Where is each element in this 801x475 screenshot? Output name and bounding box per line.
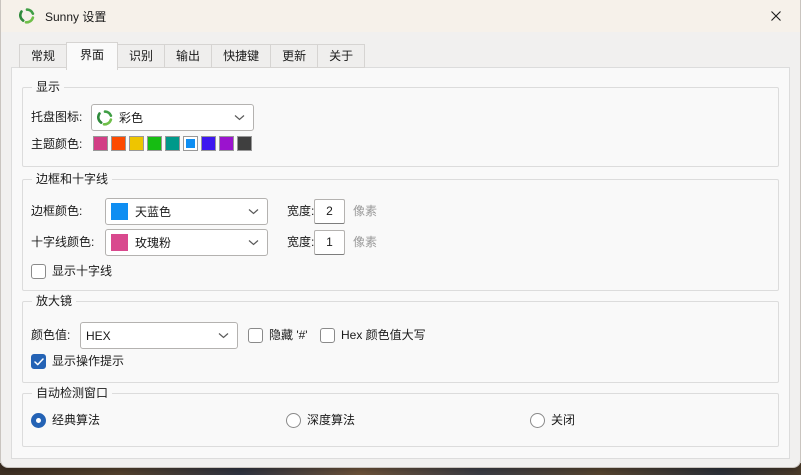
radio-deep-label: 深度算法 bbox=[307, 413, 355, 428]
border-color-value: 天蓝色 bbox=[135, 203, 171, 220]
display-group: 显示 托盘图标: 彩色 主题颜色: bbox=[22, 87, 779, 167]
auto-detect-group-title: 自动检测窗口 bbox=[32, 385, 112, 401]
theme-color-swatch[interactable] bbox=[219, 136, 234, 151]
border-color-swatch bbox=[111, 203, 128, 220]
border-width-input[interactable]: 2 bbox=[314, 199, 345, 224]
crosshair-color-swatch bbox=[111, 234, 128, 251]
border-color-select[interactable]: 天蓝色 bbox=[105, 198, 268, 225]
crosshair-pixel-label: 像素 bbox=[353, 229, 377, 256]
theme-color-swatch[interactable] bbox=[93, 136, 108, 151]
chevron-down-icon bbox=[218, 332, 229, 339]
radio-classic-label: 经典算法 bbox=[52, 413, 100, 428]
window-title: Sunny 设置 bbox=[45, 8, 106, 25]
theme-color-label: 主题颜色: bbox=[31, 135, 82, 153]
interface-tab-page: 显示 托盘图标: 彩色 主题颜色: 边框和十字线 边框颜色: 天蓝色 bbox=[11, 67, 790, 459]
show-tips-label: 显示操作提示 bbox=[52, 354, 124, 369]
auto-detect-group: 自动检测窗口 经典算法 深度算法 关闭 bbox=[22, 393, 779, 447]
crosshair-color-select[interactable]: 玫瑰粉 bbox=[105, 229, 268, 256]
tab-update[interactable]: 更新 bbox=[270, 44, 318, 68]
tab-output[interactable]: 输出 bbox=[164, 44, 212, 68]
show-crosshair-checkbox[interactable] bbox=[31, 264, 46, 279]
theme-color-swatches bbox=[93, 136, 255, 151]
display-group-title: 显示 bbox=[32, 79, 64, 95]
tab-strip: 常规 界面 识别 输出 快捷键 更新 关于 bbox=[19, 44, 365, 68]
tab-general[interactable]: 常规 bbox=[19, 44, 67, 68]
theme-color-swatch[interactable] bbox=[165, 136, 180, 151]
settings-window: Sunny 设置 常规 界面 识别 输出 快捷键 更新 关于 显示 托盘图标: … bbox=[0, 0, 801, 468]
theme-color-swatch[interactable] bbox=[237, 136, 252, 151]
border-group-title: 边框和十字线 bbox=[32, 171, 112, 187]
color-value-label: 颜色值: bbox=[31, 322, 70, 349]
theme-color-swatch[interactable] bbox=[201, 136, 216, 151]
title-bar: Sunny 设置 bbox=[1, 0, 800, 32]
tab-about[interactable]: 关于 bbox=[317, 44, 365, 68]
theme-color-swatch[interactable] bbox=[183, 136, 198, 151]
radio-deep-algorithm[interactable] bbox=[286, 413, 301, 428]
radio-classic-algorithm[interactable] bbox=[31, 413, 46, 428]
check-icon bbox=[34, 358, 44, 366]
hide-hash-label: 隐藏 '#' bbox=[269, 328, 308, 343]
show-tips-checkbox[interactable] bbox=[31, 354, 46, 369]
chevron-down-icon bbox=[234, 114, 245, 121]
border-pixel-label: 像素 bbox=[353, 198, 377, 225]
crosshair-width-label: 宽度: bbox=[287, 229, 314, 256]
magnifier-group-title: 放大镜 bbox=[32, 293, 76, 309]
crosshair-color-value: 玫瑰粉 bbox=[135, 234, 171, 251]
chevron-down-icon bbox=[248, 239, 259, 246]
hide-hash-checkbox[interactable] bbox=[248, 328, 263, 343]
chevron-down-icon bbox=[248, 208, 259, 215]
border-width-label: 宽度: bbox=[287, 198, 314, 225]
tray-icon-value: 彩色 bbox=[119, 109, 143, 126]
tab-recognition[interactable]: 识别 bbox=[117, 44, 165, 68]
tray-icon-label: 托盘图标: bbox=[31, 104, 82, 131]
close-icon bbox=[770, 10, 782, 22]
radio-off[interactable] bbox=[530, 413, 545, 428]
tray-icon-select[interactable]: 彩色 bbox=[91, 104, 254, 131]
show-crosshair-label: 显示十字线 bbox=[52, 264, 112, 279]
border-crosshair-group: 边框和十字线 边框颜色: 天蓝色 宽度: 2 像素 十字线颜色: 玫瑰粉 宽度: bbox=[22, 179, 779, 291]
border-color-label: 边框颜色: bbox=[31, 198, 82, 225]
tab-hotkeys[interactable]: 快捷键 bbox=[211, 44, 271, 68]
tray-color-icon bbox=[97, 110, 113, 126]
theme-color-swatch[interactable] bbox=[111, 136, 126, 151]
close-button[interactable] bbox=[753, 0, 799, 32]
radio-off-label: 关闭 bbox=[551, 413, 575, 428]
magnifier-group: 放大镜 颜色值: HEX 隐藏 '#' Hex 颜色值大写 显示操作提示 bbox=[22, 301, 779, 383]
color-format-select[interactable]: HEX bbox=[80, 322, 238, 349]
tab-interface[interactable]: 界面 bbox=[66, 42, 118, 70]
theme-color-swatch[interactable] bbox=[129, 136, 144, 151]
app-logo-icon bbox=[19, 8, 35, 24]
crosshair-width-input[interactable]: 1 bbox=[314, 230, 345, 255]
color-format-value: HEX bbox=[86, 329, 111, 343]
theme-color-swatch[interactable] bbox=[147, 136, 162, 151]
hex-uppercase-label: Hex 颜色值大写 bbox=[341, 328, 426, 343]
hex-uppercase-checkbox[interactable] bbox=[320, 328, 335, 343]
crosshair-color-label: 十字线颜色: bbox=[31, 229, 94, 256]
